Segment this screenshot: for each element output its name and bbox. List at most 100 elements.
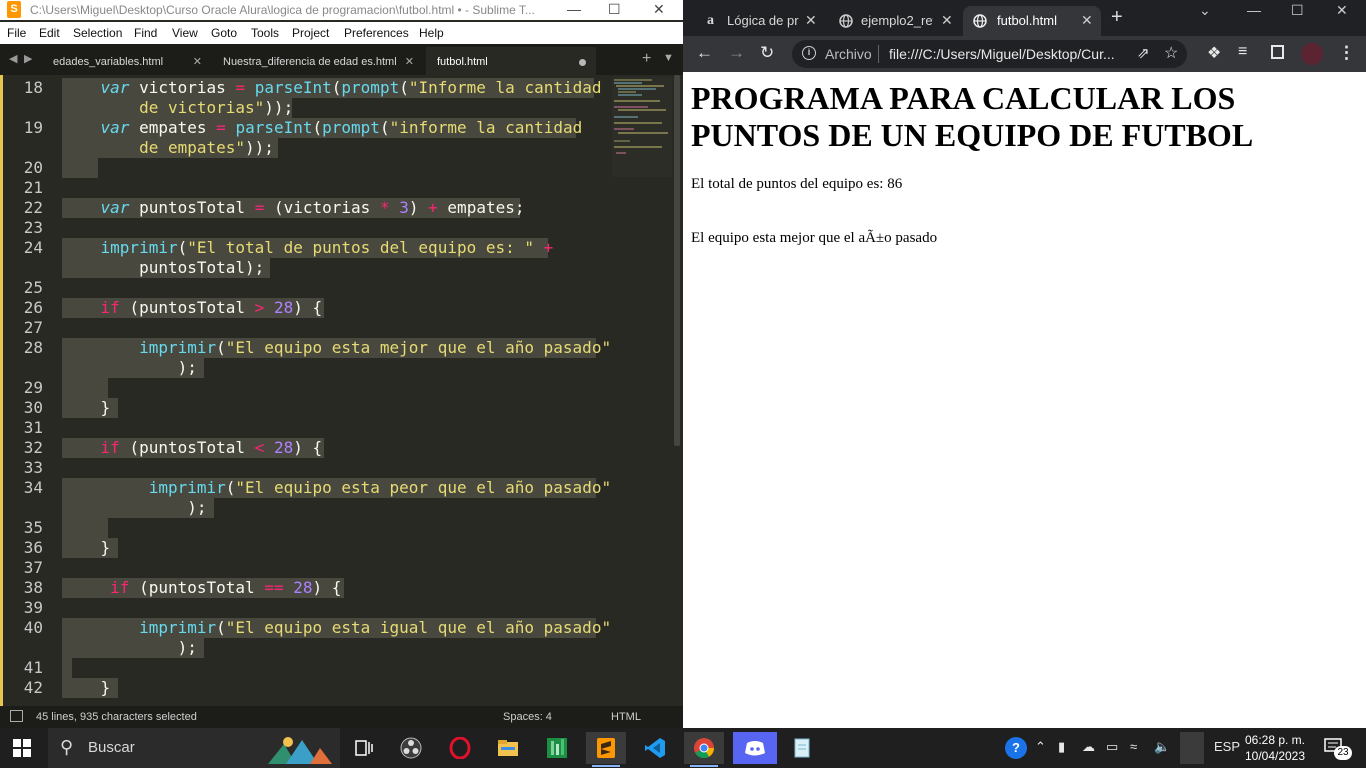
minimize-icon[interactable]: — [567, 1, 581, 17]
chrome-tab-ejemplo2[interactable]: ejemplo2_ret ✕ [829, 6, 959, 36]
tab-prev-icon[interactable]: ◀ [9, 52, 17, 65]
code-line-40-wrap: ); [62, 638, 204, 658]
reload-icon[interactable]: ↻ [760, 43, 774, 63]
minimize-icon[interactable]: — [1247, 2, 1261, 18]
tab-nuestra-diferencia[interactable]: Nuestra_diferencia de edad es.html ✕ [212, 47, 424, 75]
media-controls-icon[interactable]: ≡ [1238, 43, 1247, 61]
page-heading: PROGRAMA PARA CALCULAR LOS PUNTOS DE UN … [691, 80, 1254, 153]
discord-icon[interactable] [733, 732, 777, 764]
menu-help[interactable]: Help [419, 26, 444, 40]
menu-find[interactable]: Find [134, 26, 157, 40]
bookmark-star-icon[interactable]: ☆ [1164, 43, 1178, 63]
tab-label: edades_variables.html [53, 56, 164, 68]
tray-device-icon[interactable]: ▮ [1058, 739, 1065, 755]
search-icon: ⚲ [60, 737, 74, 757]
system-tray: ? ⌃ ▮ ☁ ▭ ≈ 🔈 ESP [1000, 728, 1240, 768]
excel-icon[interactable] [537, 732, 577, 764]
input-language[interactable]: ESP [1214, 739, 1240, 754]
url-text[interactable]: file:///C:/Users/Miguel/Desktop/Cur... [889, 46, 1115, 62]
tab-close-icon[interactable]: ✕ [405, 55, 414, 68]
tab-close-icon[interactable]: ✕ [193, 55, 202, 68]
menu-goto[interactable]: Goto [211, 26, 237, 40]
maximize-icon[interactable]: ☐ [1291, 2, 1304, 19]
taskbar-search-label: Buscar [88, 739, 135, 756]
syntax-status[interactable]: HTML [611, 711, 641, 723]
profile-avatar[interactable] [1301, 43, 1323, 65]
sublime-window-title: C:\Users\Miguel\Desktop\Curso Oracle Alu… [30, 3, 535, 17]
close-icon[interactable]: ✕ [653, 1, 665, 18]
vscode-icon[interactable] [635, 732, 675, 764]
chrome-taskbar-icon[interactable] [684, 732, 724, 767]
tab-close-icon[interactable]: ✕ [805, 12, 817, 29]
code-line-38: if (puntosTotal == 28) { [62, 578, 344, 598]
onedrive-cloud-icon[interactable]: ☁ [1082, 739, 1095, 755]
code-minimap[interactable] [612, 77, 672, 177]
tab-list-chevron-icon[interactable]: ▼ [663, 52, 674, 64]
page-total-points-text: El total de puntos del equipo es: 86 [691, 176, 903, 192]
code-line-41 [62, 658, 72, 678]
code-line-28-wrap: ); [62, 358, 204, 378]
new-tab-plus-icon[interactable]: + [1111, 6, 1123, 29]
tab-edades-variables[interactable]: edades_variables.html ✕ [40, 47, 212, 75]
opera-browser-icon[interactable] [440, 732, 480, 764]
menu-preferences[interactable]: Preferences [344, 26, 409, 40]
code-area[interactable]: var victorias = parseInt(prompt("Informe… [0, 75, 611, 706]
back-arrow-icon[interactable]: ← [696, 43, 713, 63]
task-view-icon[interactable] [344, 732, 384, 764]
tab-close-icon[interactable]: ✕ [941, 12, 953, 29]
address-bar[interactable]: i Archivo file:///C:/Users/Miguel/Deskto… [792, 40, 1187, 68]
web-page-content: PROGRAMA PARA CALCULAR LOS PUNTOS DE UN … [683, 72, 1366, 728]
extensions-puzzle-icon[interactable]: ❖ [1207, 43, 1221, 63]
chrome-tab-logica[interactable]: a Lógica de pro ✕ [695, 6, 825, 36]
tab-search-chevron-icon[interactable]: ⌄ [1199, 2, 1211, 19]
sublime-tab-bar: ◀ ▶ edades_variables.html ✕ Nuestra_dife… [0, 44, 683, 75]
chrome-tab-futbol[interactable]: futbol.html ✕ [963, 6, 1101, 36]
maximize-icon[interactable]: ☐ [608, 1, 621, 18]
help-question-icon[interactable]: ? [1005, 737, 1027, 759]
side-panel-icon[interactable] [1271, 45, 1284, 59]
battery-icon[interactable]: ▭ [1106, 739, 1118, 755]
menu-selection[interactable]: Selection [73, 26, 122, 40]
sublime-window: S C:\Users\Miguel\Desktop\Curso Oracle A… [0, 0, 683, 728]
taskbar-clock[interactable]: 06:28 p. m. 10/04/2023 [1240, 732, 1310, 764]
indent-status[interactable]: Spaces: 4 [503, 711, 552, 723]
pen-workspace-icon[interactable] [1180, 732, 1204, 764]
tab-futbol[interactable]: futbol.html [426, 47, 596, 75]
volume-icon[interactable]: 🔈 [1154, 739, 1170, 755]
info-icon[interactable]: i [802, 46, 816, 60]
file-explorer-icon[interactable] [488, 732, 528, 764]
code-line-28: imprimir("El equipo esta mejor que el añ… [62, 338, 611, 358]
globe-icon [973, 14, 987, 28]
code-line-22: var puntosTotal = (victorias * 3) + empa… [62, 198, 524, 218]
close-icon[interactable]: ✕ [1336, 2, 1348, 19]
taskbar-search-box[interactable]: ⚲ Buscar [48, 728, 340, 768]
new-tab-plus-icon[interactable]: + [642, 50, 651, 68]
chrome-window: a Lógica de pro ✕ ejemplo2_ret ✕ futbol.… [683, 0, 1366, 728]
menu-tools[interactable]: Tools [251, 26, 279, 40]
menu-edit[interactable]: Edit [39, 26, 60, 40]
forward-arrow-icon[interactable]: → [728, 43, 745, 63]
tab-next-icon[interactable]: ▶ [24, 52, 32, 65]
share-icon[interactable]: ⇗ [1137, 44, 1150, 62]
panel-toggle-icon[interactable] [10, 710, 23, 722]
notification-center-icon[interactable]: 23 [1324, 738, 1352, 760]
menu-view[interactable]: View [172, 26, 198, 40]
code-line-34: imprimir("El equipo esta peor que el año… [62, 478, 611, 498]
sublime-text-taskbar-icon[interactable] [586, 732, 626, 767]
tab-label: futbol.html [437, 56, 488, 68]
code-line-19: var empates = parseInt(prompt("informe l… [62, 118, 582, 138]
obs-studio-icon[interactable] [391, 732, 431, 764]
search-highlight-illustration-icon [268, 737, 332, 764]
more-menu-icon[interactable]: ⋮ [1338, 43, 1355, 63]
unsaved-dot-icon[interactable] [579, 59, 586, 66]
notepad-icon[interactable] [782, 732, 822, 764]
tray-chevron-up-icon[interactable]: ⌃ [1035, 739, 1046, 755]
chrome-tab-label: Lógica de pro [727, 13, 799, 28]
menu-project[interactable]: Project [292, 26, 329, 40]
menu-file[interactable]: File [7, 26, 26, 40]
code-editor[interactable]: 18 19 20 21 22 23 24 25 26 27 28 29 30 3… [0, 75, 683, 706]
tab-close-icon[interactable]: ✕ [1081, 12, 1093, 29]
windows-start-icon[interactable] [13, 739, 31, 757]
wifi-icon[interactable]: ≈ [1130, 739, 1137, 754]
editor-scrollbar[interactable] [674, 75, 680, 446]
